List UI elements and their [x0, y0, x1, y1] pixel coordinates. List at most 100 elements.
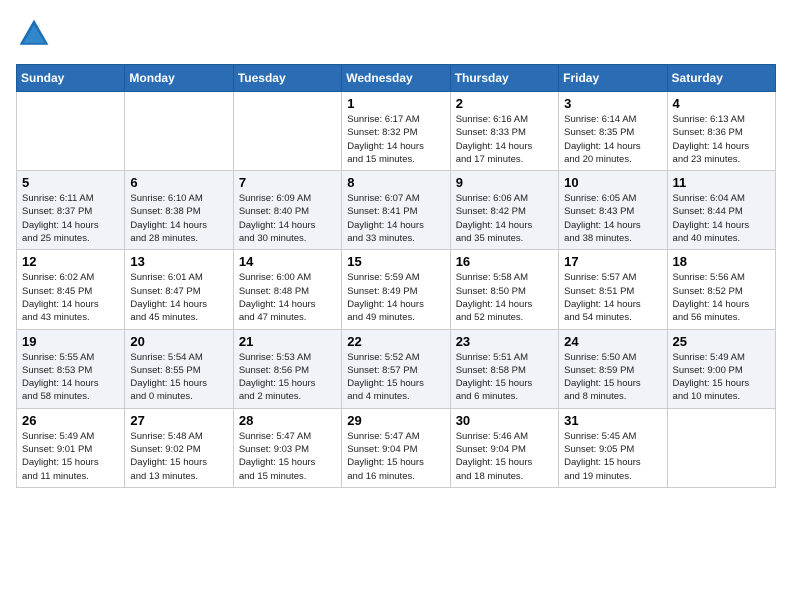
- calendar-cell: 15 Sunrise: 5:59 AM Sunset: 8:49 PM Dayli…: [342, 250, 450, 329]
- logo: [16, 16, 56, 52]
- day-number: 18: [673, 254, 770, 269]
- calendar-cell: 21Sunrise: 5:53 AM Sunset: 8:56 PM Dayli…: [233, 329, 341, 408]
- day-info: Sunrise: 6:10 AM Sunset: 8:38 PM Dayligh…: [130, 192, 227, 245]
- calendar-cell: 18 Sunrise: 5:56 AM Sunset: 8:52 PM Dayli…: [667, 250, 775, 329]
- day-number: 9: [456, 175, 553, 190]
- weekday-header-sunday: Sunday: [17, 65, 125, 92]
- calendar-week-2: 5 Sunrise: 6:11 AM Sunset: 8:37 PM Daylig…: [17, 171, 776, 250]
- weekday-header-tuesday: Tuesday: [233, 65, 341, 92]
- calendar-cell: 25 Sunrise: 5:49 AM Sunset: 9:00 PM Dayli…: [667, 329, 775, 408]
- weekday-header-friday: Friday: [559, 65, 667, 92]
- calendar-cell: 1 Sunrise: 6:17 AM Sunset: 8:32 PM Daylig…: [342, 92, 450, 171]
- day-number: 3: [564, 96, 661, 111]
- day-number: 5: [22, 175, 119, 190]
- day-info: Sunrise: 6:02 AM Sunset: 8:45 PM Dayligh…: [22, 271, 119, 324]
- calendar-cell: 28Sunrise: 5:47 AM Sunset: 9:03 PM Dayli…: [233, 408, 341, 487]
- day-info: Sunrise: 6:07 AM Sunset: 8:41 PM Dayligh…: [347, 192, 444, 245]
- day-number: 4: [673, 96, 770, 111]
- day-info: Sunrise: 6:05 AM Sunset: 8:43 PM Dayligh…: [564, 192, 661, 245]
- calendar-table: SundayMondayTuesdayWednesdayThursdayFrid…: [16, 64, 776, 488]
- day-number: 10: [564, 175, 661, 190]
- calendar-cell: 29Sunrise: 5:47 AM Sunset: 9:04 PM Dayli…: [342, 408, 450, 487]
- calendar-cell: 12 Sunrise: 6:02 AM Sunset: 8:45 PM Dayli…: [17, 250, 125, 329]
- weekday-header-wednesday: Wednesday: [342, 65, 450, 92]
- day-info: Sunrise: 5:48 AM Sunset: 9:02 PM Dayligh…: [130, 430, 227, 483]
- day-number: 30: [456, 413, 553, 428]
- calendar-cell: 27 Sunrise: 5:48 AM Sunset: 9:02 PM Dayli…: [125, 408, 233, 487]
- calendar-cell: 13Sunrise: 6:01 AM Sunset: 8:47 PM Dayli…: [125, 250, 233, 329]
- day-info: Sunrise: 5:56 AM Sunset: 8:52 PM Dayligh…: [673, 271, 770, 324]
- calendar-cell: 10 Sunrise: 6:05 AM Sunset: 8:43 PM Dayli…: [559, 171, 667, 250]
- day-number: 26: [22, 413, 119, 428]
- day-info: Sunrise: 6:09 AM Sunset: 8:40 PM Dayligh…: [239, 192, 336, 245]
- calendar-cell: 5 Sunrise: 6:11 AM Sunset: 8:37 PM Daylig…: [17, 171, 125, 250]
- day-number: 12: [22, 254, 119, 269]
- day-info: Sunrise: 6:04 AM Sunset: 8:44 PM Dayligh…: [673, 192, 770, 245]
- calendar-cell: 14 Sunrise: 6:00 AM Sunset: 8:48 PM Dayli…: [233, 250, 341, 329]
- calendar-week-4: 19 Sunrise: 5:55 AM Sunset: 8:53 PM Dayli…: [17, 329, 776, 408]
- day-number: 24: [564, 334, 661, 349]
- day-number: 17: [564, 254, 661, 269]
- calendar-cell: 22Sunrise: 5:52 AM Sunset: 8:57 PM Dayli…: [342, 329, 450, 408]
- day-info: Sunrise: 6:16 AM Sunset: 8:33 PM Dayligh…: [456, 113, 553, 166]
- day-number: 11: [673, 175, 770, 190]
- calendar-cell: 17Sunrise: 5:57 AM Sunset: 8:51 PM Dayli…: [559, 250, 667, 329]
- day-number: 6: [130, 175, 227, 190]
- day-info: Sunrise: 5:58 AM Sunset: 8:50 PM Dayligh…: [456, 271, 553, 324]
- day-number: 13: [130, 254, 227, 269]
- calendar-body: 1 Sunrise: 6:17 AM Sunset: 8:32 PM Daylig…: [17, 92, 776, 488]
- day-info: Sunrise: 5:55 AM Sunset: 8:53 PM Dayligh…: [22, 351, 119, 404]
- day-info: Sunrise: 6:14 AM Sunset: 8:35 PM Dayligh…: [564, 113, 661, 166]
- day-number: 22: [347, 334, 444, 349]
- day-info: Sunrise: 5:51 AM Sunset: 8:58 PM Dayligh…: [456, 351, 553, 404]
- weekday-header-monday: Monday: [125, 65, 233, 92]
- day-number: 23: [456, 334, 553, 349]
- day-number: 27: [130, 413, 227, 428]
- calendar-cell: 26 Sunrise: 5:49 AM Sunset: 9:01 PM Dayli…: [17, 408, 125, 487]
- day-number: 29: [347, 413, 444, 428]
- calendar-cell: 16 Sunrise: 5:58 AM Sunset: 8:50 PM Dayli…: [450, 250, 558, 329]
- day-info: Sunrise: 5:50 AM Sunset: 8:59 PM Dayligh…: [564, 351, 661, 404]
- day-info: Sunrise: 5:54 AM Sunset: 8:55 PM Dayligh…: [130, 351, 227, 404]
- day-number: 25: [673, 334, 770, 349]
- day-info: Sunrise: 5:49 AM Sunset: 9:00 PM Dayligh…: [673, 351, 770, 404]
- day-info: Sunrise: 5:47 AM Sunset: 9:03 PM Dayligh…: [239, 430, 336, 483]
- calendar-cell: 3 Sunrise: 6:14 AM Sunset: 8:35 PM Daylig…: [559, 92, 667, 171]
- day-number: 1: [347, 96, 444, 111]
- calendar-cell: 9 Sunrise: 6:06 AM Sunset: 8:42 PM Daylig…: [450, 171, 558, 250]
- logo-icon: [16, 16, 52, 52]
- day-info: Sunrise: 6:00 AM Sunset: 8:48 PM Dayligh…: [239, 271, 336, 324]
- calendar-cell: 23 Sunrise: 5:51 AM Sunset: 8:58 PM Dayli…: [450, 329, 558, 408]
- calendar-cell: 7Sunrise: 6:09 AM Sunset: 8:40 PM Daylig…: [233, 171, 341, 250]
- weekday-header-saturday: Saturday: [667, 65, 775, 92]
- calendar-cell: 2 Sunrise: 6:16 AM Sunset: 8:33 PM Daylig…: [450, 92, 558, 171]
- day-info: Sunrise: 6:13 AM Sunset: 8:36 PM Dayligh…: [673, 113, 770, 166]
- calendar-header: SundayMondayTuesdayWednesdayThursdayFrid…: [17, 65, 776, 92]
- calendar-cell: 24 Sunrise: 5:50 AM Sunset: 8:59 PM Dayli…: [559, 329, 667, 408]
- calendar-cell: 6 Sunrise: 6:10 AM Sunset: 8:38 PM Daylig…: [125, 171, 233, 250]
- day-info: Sunrise: 5:53 AM Sunset: 8:56 PM Dayligh…: [239, 351, 336, 404]
- day-number: 19: [22, 334, 119, 349]
- day-info: Sunrise: 5:45 AM Sunset: 9:05 PM Dayligh…: [564, 430, 661, 483]
- day-number: 16: [456, 254, 553, 269]
- day-info: Sunrise: 6:06 AM Sunset: 8:42 PM Dayligh…: [456, 192, 553, 245]
- weekday-header-row: SundayMondayTuesdayWednesdayThursdayFrid…: [17, 65, 776, 92]
- day-info: Sunrise: 5:59 AM Sunset: 8:49 PM Dayligh…: [347, 271, 444, 324]
- weekday-header-thursday: Thursday: [450, 65, 558, 92]
- day-number: 15: [347, 254, 444, 269]
- day-number: 14: [239, 254, 336, 269]
- calendar-week-1: 1 Sunrise: 6:17 AM Sunset: 8:32 PM Daylig…: [17, 92, 776, 171]
- day-number: 31: [564, 413, 661, 428]
- day-number: 2: [456, 96, 553, 111]
- day-info: Sunrise: 5:49 AM Sunset: 9:01 PM Dayligh…: [22, 430, 119, 483]
- calendar-cell: 19 Sunrise: 5:55 AM Sunset: 8:53 PM Dayli…: [17, 329, 125, 408]
- day-number: 8: [347, 175, 444, 190]
- calendar-cell: 30Sunrise: 5:46 AM Sunset: 9:04 PM Dayli…: [450, 408, 558, 487]
- day-info: Sunrise: 6:17 AM Sunset: 8:32 PM Dayligh…: [347, 113, 444, 166]
- calendar-cell: [667, 408, 775, 487]
- calendar-week-5: 26 Sunrise: 5:49 AM Sunset: 9:01 PM Dayli…: [17, 408, 776, 487]
- calendar-week-3: 12 Sunrise: 6:02 AM Sunset: 8:45 PM Dayli…: [17, 250, 776, 329]
- day-info: Sunrise: 6:11 AM Sunset: 8:37 PM Dayligh…: [22, 192, 119, 245]
- calendar-cell: 4 Sunrise: 6:13 AM Sunset: 8:36 PM Daylig…: [667, 92, 775, 171]
- calendar-cell: [17, 92, 125, 171]
